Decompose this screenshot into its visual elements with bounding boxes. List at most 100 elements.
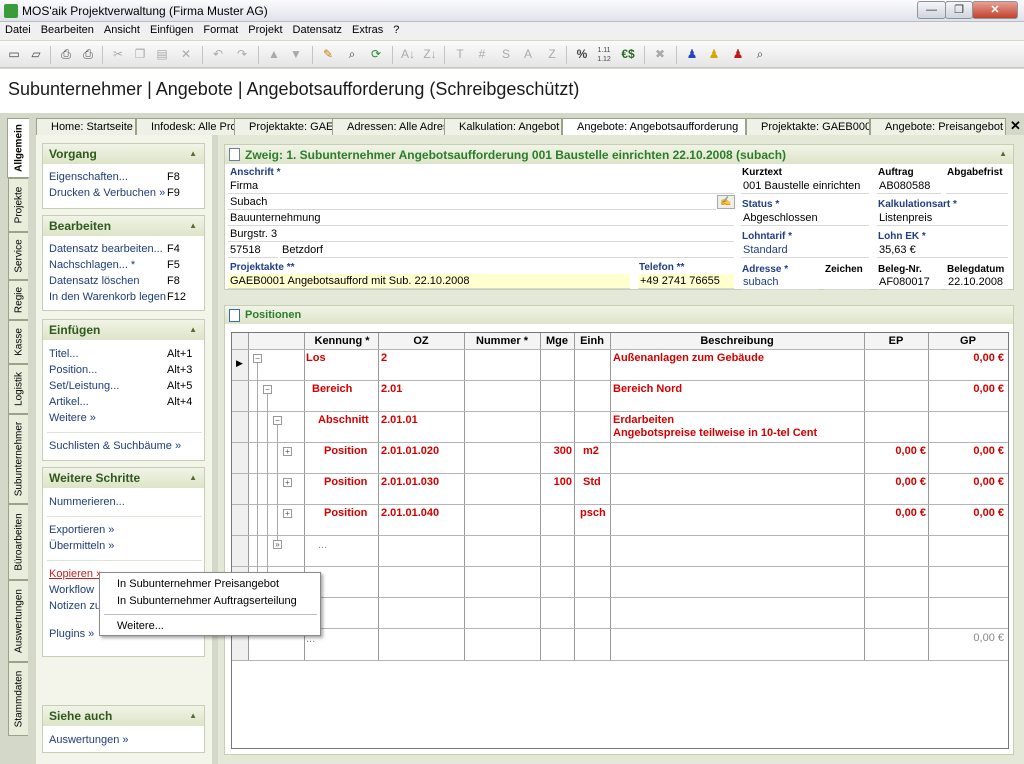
menu-datei[interactable]: Datei — [0, 22, 36, 36]
doc-tab-adressen[interactable]: Adressen: Alle Adres — [332, 118, 446, 135]
adresse-field[interactable]: subach — [741, 275, 819, 290]
collapse-icon[interactable]: ▲ — [189, 711, 197, 720]
address-line-2[interactable]: Subach — [228, 195, 716, 210]
close-tab-icon[interactable]: ✕ — [1010, 118, 1021, 134]
uebermitteln-link[interactable]: Übermitteln » — [49, 540, 114, 552]
kopieren-link[interactable]: Kopieren » — [49, 568, 102, 580]
doc-tab-kalkulation[interactable]: Kalkulation: Angebot — [444, 118, 562, 135]
address-line-1[interactable]: Firma — [228, 179, 734, 194]
delete-icon[interactable]: ✕ — [176, 45, 196, 64]
preview-doc-icon[interactable]: ⌕ — [750, 45, 770, 64]
popup-item-preisangebot[interactable]: In Subunternehmer Preisangebot — [117, 578, 279, 590]
kalkulationsart-field[interactable]: Listenpreis — [877, 211, 1008, 226]
nummerieren-link[interactable]: Nummerieren... — [49, 496, 125, 508]
address-line-3[interactable]: Bauunternehmung — [228, 211, 734, 226]
section-header[interactable]: Einfügen ▲ — [43, 320, 204, 340]
cut-icon[interactable]: ✂ — [108, 45, 128, 64]
beleg-nr-field[interactable]: AF080017 — [877, 275, 941, 290]
plugins-link[interactable]: Plugins » — [49, 628, 94, 640]
position-link[interactable]: Position... Alt+3 — [49, 364, 192, 376]
doc-tab-projektakte-gaeb0001[interactable]: Projektakte: GAEB0001 — [746, 118, 870, 135]
doc-tab-projektakte-gaeb[interactable]: Projektakte: GAEB — [234, 118, 334, 135]
section-header[interactable]: Siehe auch ▲ — [43, 706, 204, 726]
s-icon[interactable]: S — [496, 45, 516, 64]
doc-tab-home[interactable]: Home: Startseite — [36, 118, 136, 135]
numbering-icon[interactable]: 1.11 1.12 — [594, 45, 614, 64]
collapse-icon[interactable]: ▲ — [999, 149, 1007, 158]
menu-extras[interactable]: Extras — [347, 22, 388, 36]
collapse-node-icon[interactable]: − — [273, 416, 282, 425]
col-header-nummer[interactable]: Nummer * — [464, 335, 540, 347]
lock-yellow-icon[interactable]: ♟ — [704, 45, 724, 64]
artikel-link[interactable]: Artikel... Alt+4 — [49, 396, 192, 408]
collapse-node-icon[interactable]: − — [253, 354, 262, 363]
col-header-oz[interactable]: OZ — [378, 335, 464, 347]
positions-grid[interactable]: Kennung * OZ Nummer * Mge Einh Beschreib… — [231, 332, 1009, 749]
workflow-link[interactable]: Workflow — [49, 584, 94, 596]
doc-tab-angebotsaufforderung[interactable]: Angebote: Angebotsaufforderung — [562, 118, 746, 135]
expand-node-icon[interactable]: » — [273, 540, 282, 549]
side-tab-stammdaten[interactable]: Stammdaten — [8, 662, 28, 736]
datensatz-loeschen-link[interactable]: Datensatz löschen F8 — [49, 275, 180, 287]
col-header-mge[interactable]: Mge — [540, 335, 574, 347]
side-tab-bueroarbeiten[interactable]: Büroarbeiten — [8, 504, 28, 580]
set-leistung-link[interactable]: Set/Leistung... Alt+5 — [49, 380, 192, 392]
sort-desc-icon[interactable]: Z↓ — [420, 45, 440, 64]
menu-bearbeiten[interactable]: Bearbeiten — [36, 22, 99, 36]
doc-tab-preisangebot[interactable]: Angebote: Preisangebot — [870, 118, 1006, 135]
popup-item-weitere[interactable]: Weitere... — [117, 620, 164, 632]
auftrag-field[interactable]: AB080588 — [877, 179, 941, 194]
side-tab-kasse[interactable]: Kasse — [8, 320, 28, 364]
open-icon[interactable]: ▱ — [26, 45, 46, 64]
side-tab-regie[interactable]: Regie — [8, 280, 28, 320]
section-header[interactable]: Bearbeiten ▲ — [43, 216, 204, 236]
user-blue-icon[interactable]: ♟ — [682, 45, 702, 64]
zeichen-field[interactable] — [824, 275, 870, 290]
close-button[interactable]: ✕ — [972, 1, 1018, 19]
lohntarif-field[interactable]: Standard — [741, 243, 869, 258]
side-tab-subunternehmer[interactable]: Subunternehmer — [8, 414, 28, 504]
side-tab-allgemein[interactable]: Allgemein — [7, 118, 29, 178]
copy-icon[interactable]: ❐ — [130, 45, 150, 64]
expand-node-icon[interactable]: + — [283, 447, 292, 456]
drucken-verbuchen-link[interactable]: Drucken & Verbuchen » F9 — [49, 187, 180, 199]
text-icon[interactable]: T — [450, 45, 470, 64]
move-down-icon[interactable]: ▼ — [286, 45, 306, 64]
z-icon[interactable]: Z — [542, 45, 562, 64]
lock-red-icon[interactable]: ♟ — [728, 45, 748, 64]
menu-einfuegen[interactable]: Einfügen — [145, 22, 198, 36]
a-icon[interactable]: A — [518, 45, 538, 64]
menu-help[interactable]: ? — [388, 22, 404, 36]
lohn-ek-field[interactable]: 35,63 € — [877, 243, 1008, 258]
side-tab-logistik[interactable]: Logistik — [8, 364, 28, 414]
suchlisten-link[interactable]: Suchlisten & Suchbäume » — [49, 440, 181, 452]
projektakte-field[interactable]: GAEB0001 Angebotsaufford mit Sub. 22.10.… — [228, 274, 630, 289]
side-tab-projekte[interactable]: Projekte — [8, 178, 28, 232]
signature-icon[interactable]: ✍ — [717, 195, 735, 209]
maximize-button[interactable]: ❐ — [945, 1, 973, 19]
section-header[interactable]: Weitere Schritte ▲ — [43, 468, 204, 488]
titel-link[interactable]: Titel... Alt+1 — [49, 348, 192, 360]
paste-icon[interactable]: ▤ — [152, 45, 172, 64]
doc-tab-infodesk[interactable]: Infodesk: Alle Proj — [136, 118, 236, 135]
collapse-node-icon[interactable]: − — [263, 385, 272, 394]
weitere-einfuegen-link[interactable]: Weitere » — [49, 412, 96, 424]
tools-icon[interactable]: ✖ — [650, 45, 670, 64]
warenkorb-link[interactable]: In den Warenkorb legen F12 — [49, 291, 186, 303]
col-header-kennung[interactable]: Kennung * — [306, 335, 378, 347]
menu-datensatz[interactable]: Datensatz — [288, 22, 348, 36]
new-icon[interactable]: ▭ — [4, 45, 24, 64]
nachschlagen-link[interactable]: Nachschlagen... * F5 — [49, 259, 180, 271]
side-tab-service[interactable]: Service — [8, 232, 28, 280]
telefon-field[interactable]: +49 2741 76655 — [638, 274, 734, 289]
address-line-4[interactable]: Burgstr. 3 — [228, 227, 734, 242]
collapse-icon[interactable]: ▲ — [189, 221, 197, 230]
col-header-gp[interactable]: GP — [928, 335, 1008, 347]
exportieren-link[interactable]: Exportieren » — [49, 524, 114, 536]
menu-projekt[interactable]: Projekt — [243, 22, 287, 36]
col-header-beschreibung[interactable]: Beschreibung — [610, 335, 864, 347]
redo-icon[interactable]: ↷ — [232, 45, 252, 64]
auswertungen-link[interactable]: Auswertungen » — [49, 734, 129, 746]
ort-field[interactable]: Betzdorf — [280, 243, 734, 258]
collapse-icon[interactable]: ▲ — [189, 473, 197, 482]
